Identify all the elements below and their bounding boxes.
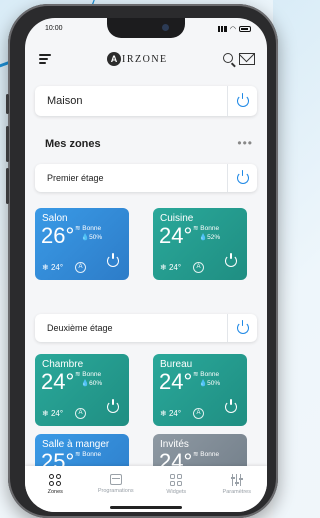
home-card[interactable]: Maison xyxy=(35,86,257,116)
mail-icon[interactable] xyxy=(239,53,255,65)
logo-letter: A xyxy=(107,52,121,66)
humidity-icon: 💧 xyxy=(81,380,90,387)
tab-label: Programations xyxy=(97,488,134,494)
auto-mode-icon: A xyxy=(193,262,204,273)
air-quality: ≋ Bonne xyxy=(193,371,220,378)
widgets-icon xyxy=(170,474,183,486)
humidity-icon: 💧 xyxy=(199,380,208,387)
zone-tile-chambre[interactable]: Chambre 24° ≋ Bonne 💧60% ❄ 24° A xyxy=(35,354,129,426)
auto-mode-icon: A xyxy=(75,408,86,419)
zone-power-button[interactable] xyxy=(225,399,237,418)
humidity: 💧52% xyxy=(199,234,221,241)
zone-tile-salon[interactable]: Salon 26° ≋ Bonne 💧50% ❄ 24° A xyxy=(35,208,129,280)
air-quality: ≋ Bonne xyxy=(75,371,102,378)
phone-frame: 10:00 ◠ A IRZONE Maison Mes zones ••• Pr… xyxy=(6,4,278,518)
zone-tile-cuisine[interactable]: Cuisine 24° ≋ Bonne 💧52% ❄ 24° A xyxy=(153,208,247,280)
power-icon xyxy=(225,253,237,267)
zone-temperature: 26° xyxy=(41,223,75,248)
auto-mode-icon: A xyxy=(75,262,86,273)
zone-setpoint: ❄ 24° xyxy=(160,409,182,418)
tab-label: Zones xyxy=(47,489,63,495)
tab-label: Widgets xyxy=(166,489,187,495)
air-quality: ≋ Bonne xyxy=(193,451,220,458)
zones-section-title: Mes zones xyxy=(45,138,101,150)
zone-temperature: 24° xyxy=(41,369,75,394)
power-icon xyxy=(225,399,237,413)
floor-label: Deuxième étage xyxy=(47,323,113,333)
tab-label: Paramètres xyxy=(222,489,251,495)
airzone-logo: A IRZONE xyxy=(107,52,168,66)
zone-temperature: 24° xyxy=(159,223,193,248)
home-indicator xyxy=(110,506,182,509)
phone-mute-switch xyxy=(6,94,9,114)
snowflake-icon: ❄ xyxy=(42,263,51,272)
home-power-button[interactable] xyxy=(227,86,257,116)
power-icon xyxy=(107,399,119,413)
zone-power-button[interactable] xyxy=(107,399,119,418)
humidity: 💧60% xyxy=(81,380,103,387)
power-icon xyxy=(236,170,249,184)
zones-icon xyxy=(49,474,62,486)
phone-volume-up xyxy=(6,126,9,162)
settings-sliders-icon xyxy=(230,474,243,486)
zone-setpoint: ❄ 24° xyxy=(42,409,64,418)
zone-power-button[interactable] xyxy=(225,253,237,272)
humidity-icon: 💧 xyxy=(81,234,90,241)
zone-tile-bureau[interactable]: Bureau 24° ≋ Bonne 💧50% ❄ 24° A xyxy=(153,354,247,426)
power-icon xyxy=(107,253,119,267)
status-time: 10:00 xyxy=(45,25,63,32)
snowflake-icon: ❄ xyxy=(42,409,51,418)
power-icon xyxy=(236,93,249,107)
calendar-icon xyxy=(109,474,122,485)
more-options-icon[interactable]: ••• xyxy=(237,136,253,150)
air-quality: ≋ Bonne xyxy=(75,451,102,458)
app-header: A IRZONE xyxy=(25,44,267,74)
humidity: 💧50% xyxy=(199,380,221,387)
home-label: Maison xyxy=(47,95,83,107)
battery-icon xyxy=(239,26,251,32)
humidity: 💧50% xyxy=(81,234,103,241)
signal-icon xyxy=(217,26,227,32)
wifi-icon: ◠ xyxy=(229,26,236,33)
floor-power-button[interactable] xyxy=(227,314,257,342)
floor-power-button[interactable] xyxy=(227,164,257,192)
auto-mode-icon: A xyxy=(193,408,204,419)
phone-volume-down xyxy=(6,168,9,204)
snowflake-icon: ❄ xyxy=(160,263,169,272)
floor-label: Premier étage xyxy=(47,173,104,183)
tab-parametres[interactable]: Paramètres xyxy=(207,466,268,512)
logo-text: IRZONE xyxy=(122,53,168,65)
zone-power-button[interactable] xyxy=(107,253,119,272)
power-icon xyxy=(236,320,249,334)
air-quality: ≋ Bonne xyxy=(75,225,102,232)
floor-card-1[interactable]: Premier étage xyxy=(35,164,257,192)
search-icon[interactable] xyxy=(223,53,233,63)
zone-setpoint: ❄ 24° xyxy=(160,263,182,272)
zone-temperature: 24° xyxy=(159,369,193,394)
menu-icon[interactable] xyxy=(39,54,51,64)
snowflake-icon: ❄ xyxy=(160,409,169,418)
tab-zones[interactable]: Zones xyxy=(25,466,86,512)
floor-card-2[interactable]: Deuxième étage xyxy=(35,314,257,342)
zone-setpoint: ❄ 24° xyxy=(42,263,64,272)
air-quality: ≋ Bonne xyxy=(193,225,220,232)
app-screen: 10:00 ◠ A IRZONE Maison Mes zones ••• Pr… xyxy=(25,18,267,512)
phone-notch xyxy=(107,18,185,38)
humidity-icon: 💧 xyxy=(199,234,208,241)
